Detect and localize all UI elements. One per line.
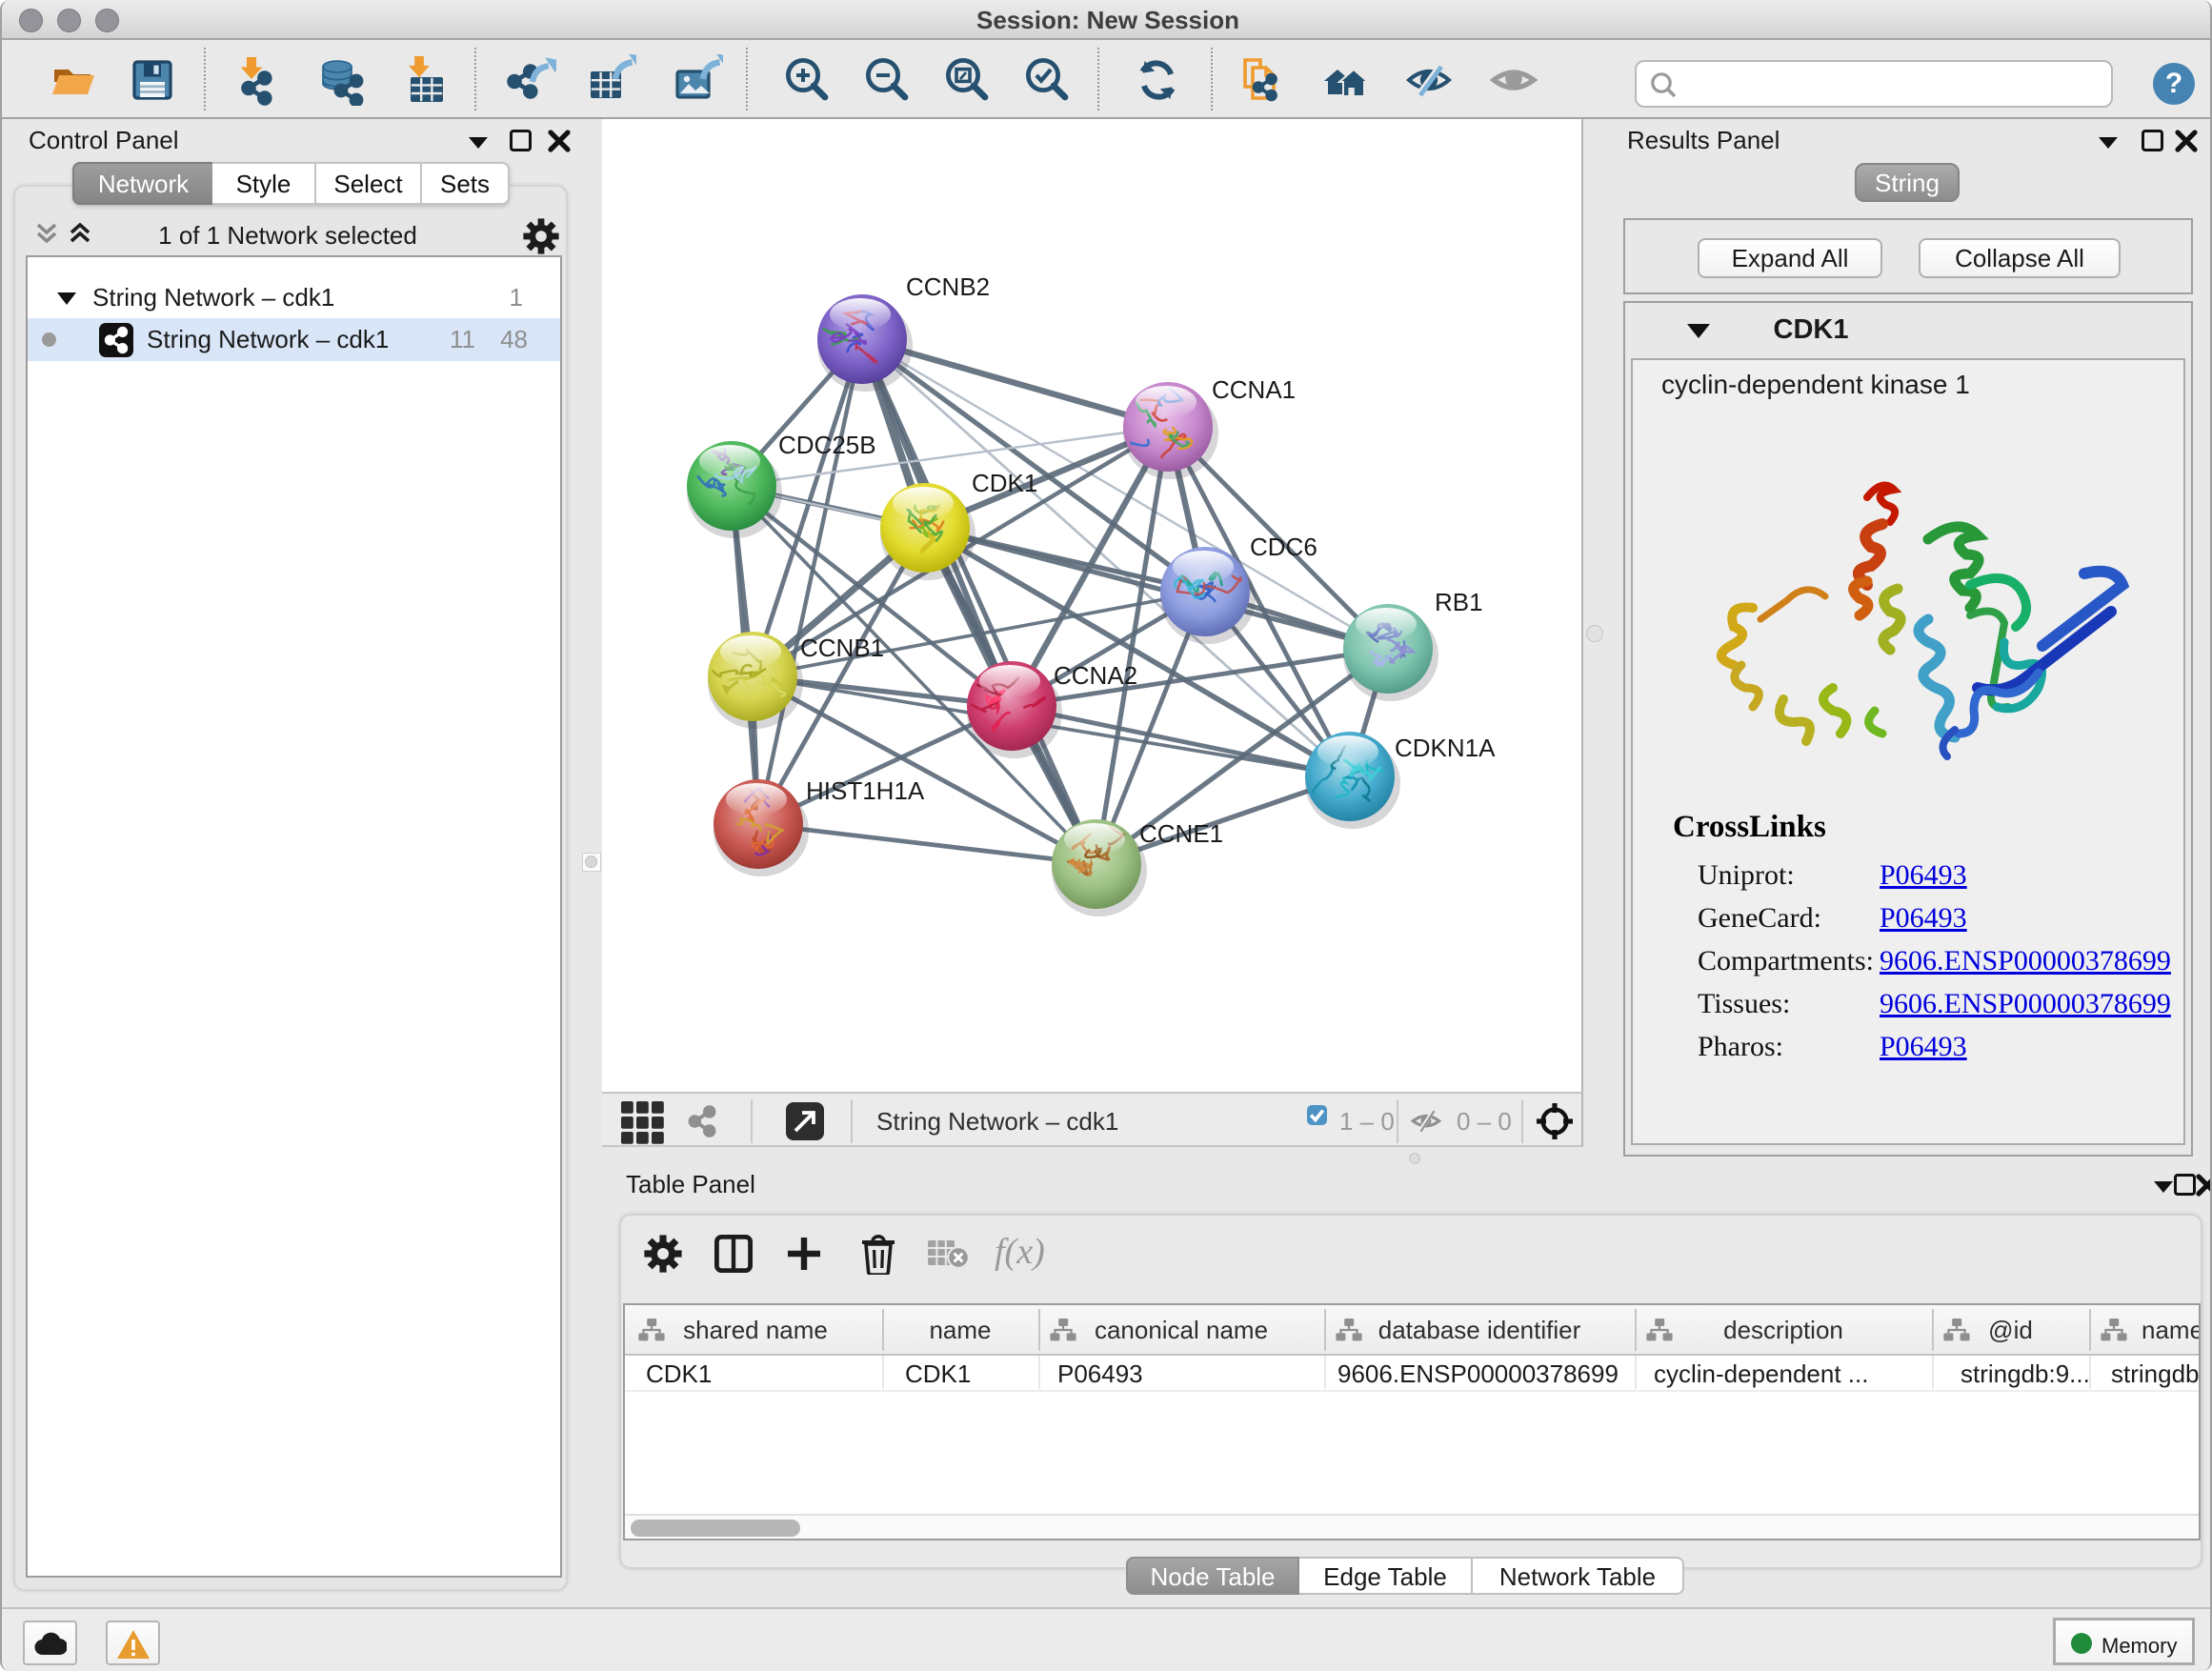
svg-text:CDC6: CDC6 — [1250, 533, 1317, 561]
svg-text:CDKN1A: CDKN1A — [1395, 734, 1496, 762]
svg-text:CDK1: CDK1 — [972, 469, 1037, 497]
svg-text:HIST1H1A: HIST1H1A — [806, 776, 925, 805]
svg-text:CCNB1: CCNB1 — [800, 634, 884, 662]
svg-text:CDC25B: CDC25B — [778, 431, 876, 459]
svg-text:CCNA1: CCNA1 — [1212, 375, 1296, 404]
svg-text:RB1: RB1 — [1435, 588, 1483, 616]
svg-text:CCNE1: CCNE1 — [1139, 819, 1223, 848]
svg-text:CCNB2: CCNB2 — [906, 272, 990, 301]
svg-text:CCNA2: CCNA2 — [1054, 661, 1137, 690]
